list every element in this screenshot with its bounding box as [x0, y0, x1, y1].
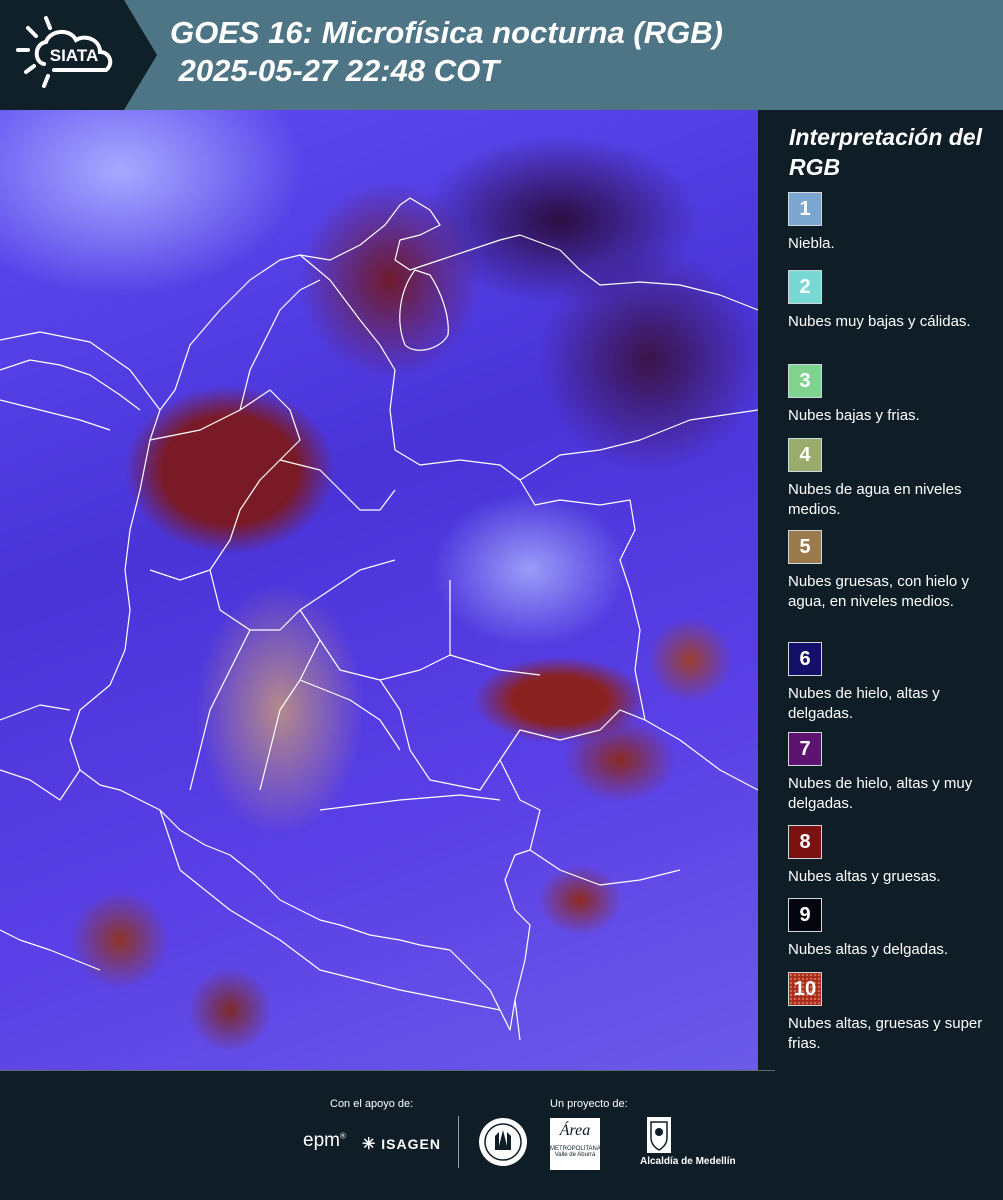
- footer-divider: [0, 1070, 775, 1071]
- legend-swatch-5: 5: [788, 530, 822, 564]
- legend-swatch-10: 10: [788, 972, 822, 1006]
- area-logo-text: Área: [559, 1122, 591, 1139]
- legend-item-6: 6 Nubes de hielo, altas y delgadas.: [788, 642, 998, 724]
- legend-item-4: 4 Nubes de agua en niveles medios.: [788, 438, 998, 520]
- colombia-border: [69, 254, 646, 1031]
- legend-swatch-4: 4: [788, 438, 822, 472]
- satellite-map-image: [0, 110, 758, 1070]
- university-seal-icon: [479, 1118, 527, 1166]
- siata-logo-icon: SIATA: [16, 16, 113, 88]
- legend-panel: Interpretación del RGB 1 Niebla. 2 Nubes…: [758, 110, 1003, 1070]
- lake-maracaibo: [399, 269, 449, 351]
- legend-swatch-1: 1: [788, 192, 822, 226]
- logo-band: SIATA: [0, 0, 157, 110]
- legend-title: Interpretación del RGB: [789, 124, 982, 180]
- legend-desc-3: Nubes bajas y frias.: [788, 407, 920, 424]
- epm-logo-text: epm: [303, 1130, 340, 1151]
- header-banner: SIATA GOES 16: Microfísica nocturna (RGB…: [0, 0, 1003, 110]
- project-label: Un proyecto de:: [550, 1098, 628, 1110]
- area-logo-sub2: Valle de Aburrá: [554, 1152, 596, 1158]
- epm-logo: epm®: [303, 1130, 346, 1151]
- legend-swatch-8: 8: [788, 825, 822, 859]
- legend-item-9: 9 Nubes altas y delgadas.: [788, 898, 998, 960]
- alcaldia-shield-icon: [647, 1117, 671, 1153]
- legend-desc-8: Nubes altas y gruesas.: [788, 868, 941, 885]
- legend-desc-4: Nubes de agua en niveles medios.: [788, 481, 962, 518]
- legend-item-7: 7 Nubes de hielo, altas y muy delgadas.: [788, 732, 998, 814]
- legend-item-10: 10 Nubes altas, gruesas y super frias.: [788, 972, 998, 1054]
- legend-desc-6: Nubes de hielo, altas y delgadas.: [788, 685, 940, 722]
- isagen-star-icon: ✳: [362, 1136, 377, 1153]
- isagen-logo-text: ISAGEN: [381, 1136, 441, 1152]
- panama-coast: [0, 359, 141, 431]
- footer-separator: [458, 1116, 459, 1168]
- legend-item-1: 1 Niebla.: [788, 192, 998, 254]
- isagen-logo: ✳ ISAGEN: [362, 1134, 441, 1154]
- legend-desc-7: Nubes de hielo, altas y muy delgadas.: [788, 775, 973, 812]
- title-line-2: 2025-05-27 22:48 COT: [170, 53, 500, 88]
- legend-item-2: 2 Nubes muy bajas y cálidas.: [788, 270, 998, 332]
- svg-text:SIATA: SIATA: [50, 46, 98, 65]
- support-label: Con el apoyo de:: [330, 1098, 414, 1110]
- legend-desc-5: Nubes gruesas, con hielo y agua, en nive…: [788, 573, 969, 610]
- legend-swatch-3: 3: [788, 364, 822, 398]
- area-metropolitana-logo: Área METROPOLITANA Valle de Aburrá: [550, 1118, 601, 1170]
- legend-desc-9: Nubes altas y delgadas.: [788, 941, 949, 958]
- legend-swatch-2: 2: [788, 270, 822, 304]
- legend-swatch-9: 9: [788, 898, 822, 932]
- ecuador-peru-border: [0, 704, 501, 1011]
- legend-swatch-7: 7: [788, 732, 822, 766]
- legend-item-3: 3 Nubes bajas y frias.: [788, 364, 998, 426]
- legend-swatch-6: 6: [788, 642, 822, 676]
- coastline-caribbean: [0, 197, 758, 411]
- legend-desc-1: Niebla.: [788, 235, 835, 252]
- page-title: GOES 16: Microfísica nocturna (RGB) 2025…: [170, 14, 723, 90]
- map-borders: [0, 197, 758, 1041]
- department-lines: [149, 279, 541, 811]
- legend-desc-10: Nubes altas, gruesas y super frias.: [788, 1015, 983, 1052]
- footer: Con el apoyo de: Un proyecto de: epm® ✳ …: [0, 1070, 1003, 1200]
- legend-desc-2: Nubes muy bajas y cálidas.: [788, 313, 971, 330]
- legend-item-5: 5 Nubes gruesas, con hielo y agua, en ni…: [788, 530, 998, 612]
- alcaldia-label: Alcaldía de Medellín: [640, 1156, 736, 1167]
- legend-item-8: 8 Nubes altas y gruesas.: [788, 825, 998, 887]
- title-line-1: GOES 16: Microfísica nocturna (RGB): [170, 15, 723, 50]
